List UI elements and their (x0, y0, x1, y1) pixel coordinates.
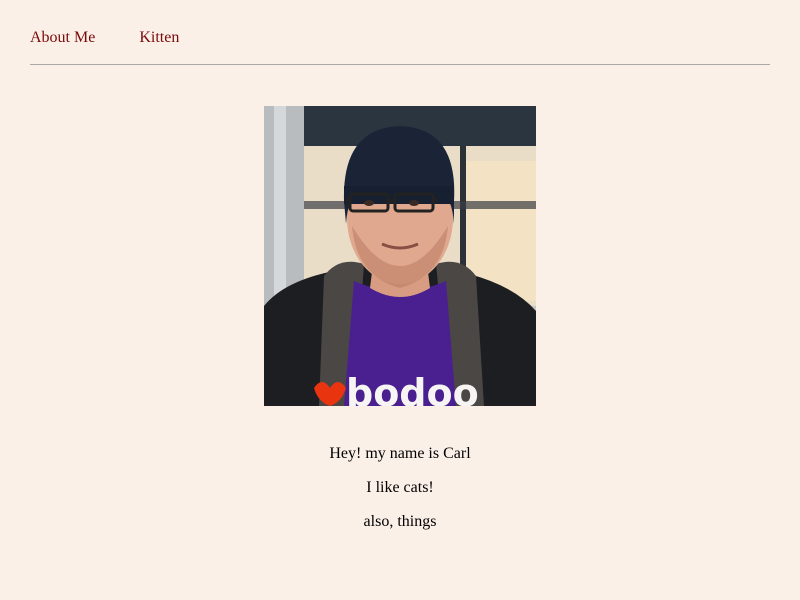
svg-text:bodoo: bodoo (346, 371, 479, 406)
nav-link-about-me[interactable]: About Me (30, 29, 95, 47)
intro-line: Hey! my name is Carl (329, 445, 471, 462)
nav-divider (30, 64, 770, 65)
cats-line: I like cats! (366, 479, 434, 496)
nav-link-kitten[interactable]: Kitten (139, 29, 179, 47)
top-nav: About Me Kitten (30, 29, 223, 47)
things-line: also, things (363, 513, 437, 530)
profile-text: Hey! my name is Carl I like cats! also, … (0, 444, 800, 546)
profile-photo: bodoo (264, 106, 536, 406)
